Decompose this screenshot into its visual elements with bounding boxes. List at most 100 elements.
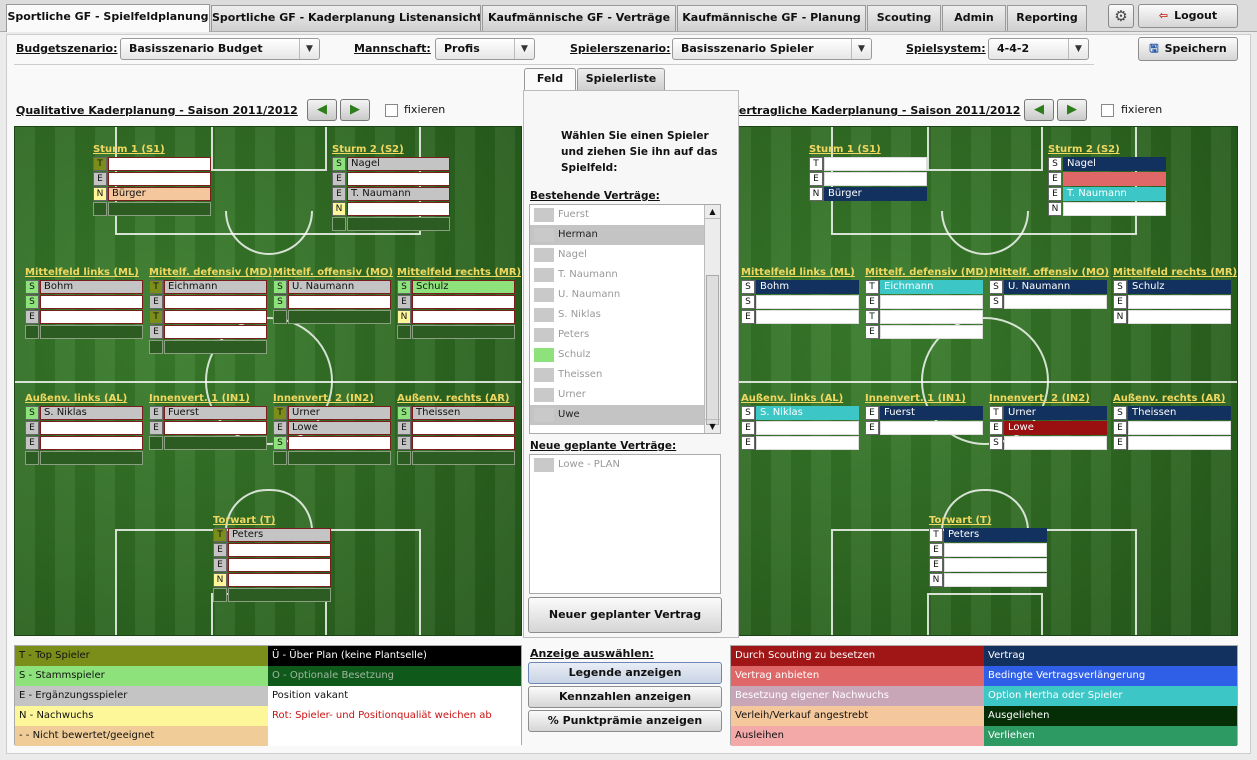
tab-vertraege[interactable]: Kaufmännische GF - Verträge — [482, 5, 676, 31]
player-name[interactable] — [412, 325, 515, 339]
tab-spielerliste[interactable]: Spielerliste — [577, 68, 665, 90]
player-name[interactable] — [1063, 202, 1166, 216]
player-slot[interactable]: E Lowe — [989, 421, 1107, 436]
player-slot[interactable]: E — [741, 421, 859, 436]
player-slot[interactable]: E — [741, 310, 859, 325]
player-slot[interactable]: S — [989, 436, 1107, 451]
position-title[interactable]: Außenv. links (AL) — [741, 392, 859, 406]
player-name[interactable] — [756, 310, 859, 324]
existing-contracts-list[interactable]: Fuerst Herman Nagel T. Naumann U. Naumann S. … — [529, 204, 721, 434]
player-slot[interactable]: T Peters — [929, 528, 1047, 543]
player-name[interactable] — [40, 436, 143, 450]
player-name[interactable] — [164, 310, 267, 324]
player-slot[interactable]: S — [273, 295, 391, 310]
player-name[interactable] — [1004, 295, 1107, 309]
save-button[interactable]: 🖫 Speichern — [1138, 37, 1238, 61]
player-slot[interactable]: E — [397, 421, 515, 436]
player-name[interactable] — [228, 573, 331, 587]
player-name[interactable] — [228, 588, 331, 602]
player-name[interactable]: Bohm — [756, 280, 859, 294]
position-title[interactable]: Innenvert. 1 (IN1) — [865, 392, 983, 406]
player-name[interactable] — [412, 310, 515, 324]
player-slot[interactable] — [25, 325, 143, 340]
player-slot[interactable]: E — [1048, 172, 1166, 187]
tab-spielfeldplanung[interactable]: Sportliche GF - Spielfeldplanung — [6, 4, 210, 32]
player-name[interactable]: T. Naumann — [347, 187, 450, 201]
player-slot[interactable]: E T. Naumann — [1048, 187, 1166, 202]
position-title[interactable]: Mittelfeld links (ML) — [741, 266, 859, 280]
player-slot[interactable]: E — [865, 325, 983, 340]
position-title[interactable]: Innenvert. 2 (IN2) — [989, 392, 1107, 406]
player-slot[interactable]: E — [25, 310, 143, 325]
position-title[interactable]: Innenvert. 2 (IN2) — [273, 392, 391, 406]
scrollbar[interactable]: ▲ ▼ — [704, 205, 720, 433]
list-item[interactable]: Peters — [530, 325, 720, 345]
player-name[interactable]: S. Niklas — [40, 406, 143, 420]
position-title[interactable]: Mittelf. offensiv (MO) — [273, 266, 393, 280]
player-name[interactable] — [164, 325, 267, 339]
player-slot[interactable] — [397, 451, 515, 466]
list-item[interactable]: Urner — [530, 385, 720, 405]
player-name[interactable]: Bohm — [40, 280, 143, 294]
position-title[interactable]: Mittelfeld rechts (MR) — [397, 266, 521, 280]
player-slot[interactable]: N — [213, 573, 331, 588]
position-title[interactable]: Mittelfeld links (ML) — [25, 266, 143, 280]
player-name[interactable]: U. Naumann — [1004, 280, 1107, 294]
position-title[interactable]: Sturm 2 (S2) — [1048, 143, 1166, 157]
fix-checkbox-left[interactable] — [385, 104, 398, 117]
player-slot[interactable]: S Nagel — [332, 157, 450, 172]
player-slot[interactable]: E — [865, 295, 983, 310]
player-slot[interactable]: S U. Naumann — [989, 280, 1107, 295]
tab-kaderplanung-liste[interactable]: Sportliche GF - Kaderplanung Listenansic… — [211, 5, 481, 31]
player-slot[interactable]: E — [213, 543, 331, 558]
player-slot[interactable] — [332, 217, 450, 232]
player-slot[interactable]: E — [397, 295, 515, 310]
player-name[interactable] — [40, 310, 143, 324]
show-bonus-button[interactable]: % Punktprämie anzeigen — [528, 710, 722, 732]
logout-button[interactable]: ⇦ Logout — [1138, 4, 1238, 28]
tab-planung[interactable]: Kaufmännische GF - Planung — [677, 5, 866, 31]
player-name[interactable]: Nagel — [347, 157, 450, 171]
player-slot[interactable]: N — [397, 310, 515, 325]
player-name[interactable] — [228, 558, 331, 572]
player-name[interactable]: Theissen — [1128, 406, 1231, 420]
player-name[interactable]: Peters — [228, 528, 331, 542]
player-name[interactable] — [412, 451, 515, 465]
player-slot[interactable]: T — [149, 310, 267, 325]
tab-feld[interactable]: Feld — [524, 68, 576, 90]
player-slot[interactable]: T — [93, 157, 211, 172]
player-slot[interactable]: E — [929, 558, 1047, 573]
player-name[interactable]: U. Naumann — [288, 280, 391, 294]
player-slot[interactable]: E — [741, 436, 859, 451]
player-slot[interactable]: S Theissen — [1113, 406, 1231, 421]
player-slot[interactable]: S Theissen — [397, 406, 515, 421]
player-slot[interactable]: T Urner — [989, 406, 1107, 421]
player-slot[interactable]: E — [929, 543, 1047, 558]
player-name[interactable] — [228, 543, 331, 557]
list-item[interactable]: S. Niklas — [530, 305, 720, 325]
player-slot[interactable]: E Lowe — [273, 421, 391, 436]
settings-button[interactable]: ⚙ — [1108, 4, 1134, 28]
list-item[interactable]: Lowe - PLAN — [530, 455, 720, 475]
player-name[interactable] — [288, 451, 391, 465]
player-slot[interactable]: E — [93, 172, 211, 187]
position-title[interactable]: Mittelf. offensiv (MO) — [989, 266, 1109, 280]
player-slot[interactable]: T Urner — [273, 406, 391, 421]
player-slot[interactable]: S Schulz — [397, 280, 515, 295]
player-name[interactable]: Schulz — [1128, 280, 1231, 294]
player-slot[interactable]: E — [25, 421, 143, 436]
player-slot[interactable]: N — [929, 573, 1047, 588]
position-title[interactable]: Außenv. rechts (AR) — [1113, 392, 1231, 406]
player-slot[interactable]: E Fuerst — [865, 406, 983, 421]
player-slot[interactable]: T Eichmann — [865, 280, 983, 295]
position-title[interactable]: Außenv. rechts (AR) — [397, 392, 515, 406]
planned-contracts-list[interactable]: Lowe - PLAN — [529, 454, 721, 594]
player-slot[interactable]: S Schulz — [1113, 280, 1231, 295]
player-name[interactable] — [412, 421, 515, 435]
player-name[interactable] — [756, 421, 859, 435]
player-name[interactable] — [756, 436, 859, 450]
player-name[interactable] — [347, 172, 450, 186]
player-name[interactable] — [164, 421, 267, 435]
player-slot[interactable]: E Fuerst — [149, 406, 267, 421]
player-name[interactable] — [824, 172, 927, 186]
